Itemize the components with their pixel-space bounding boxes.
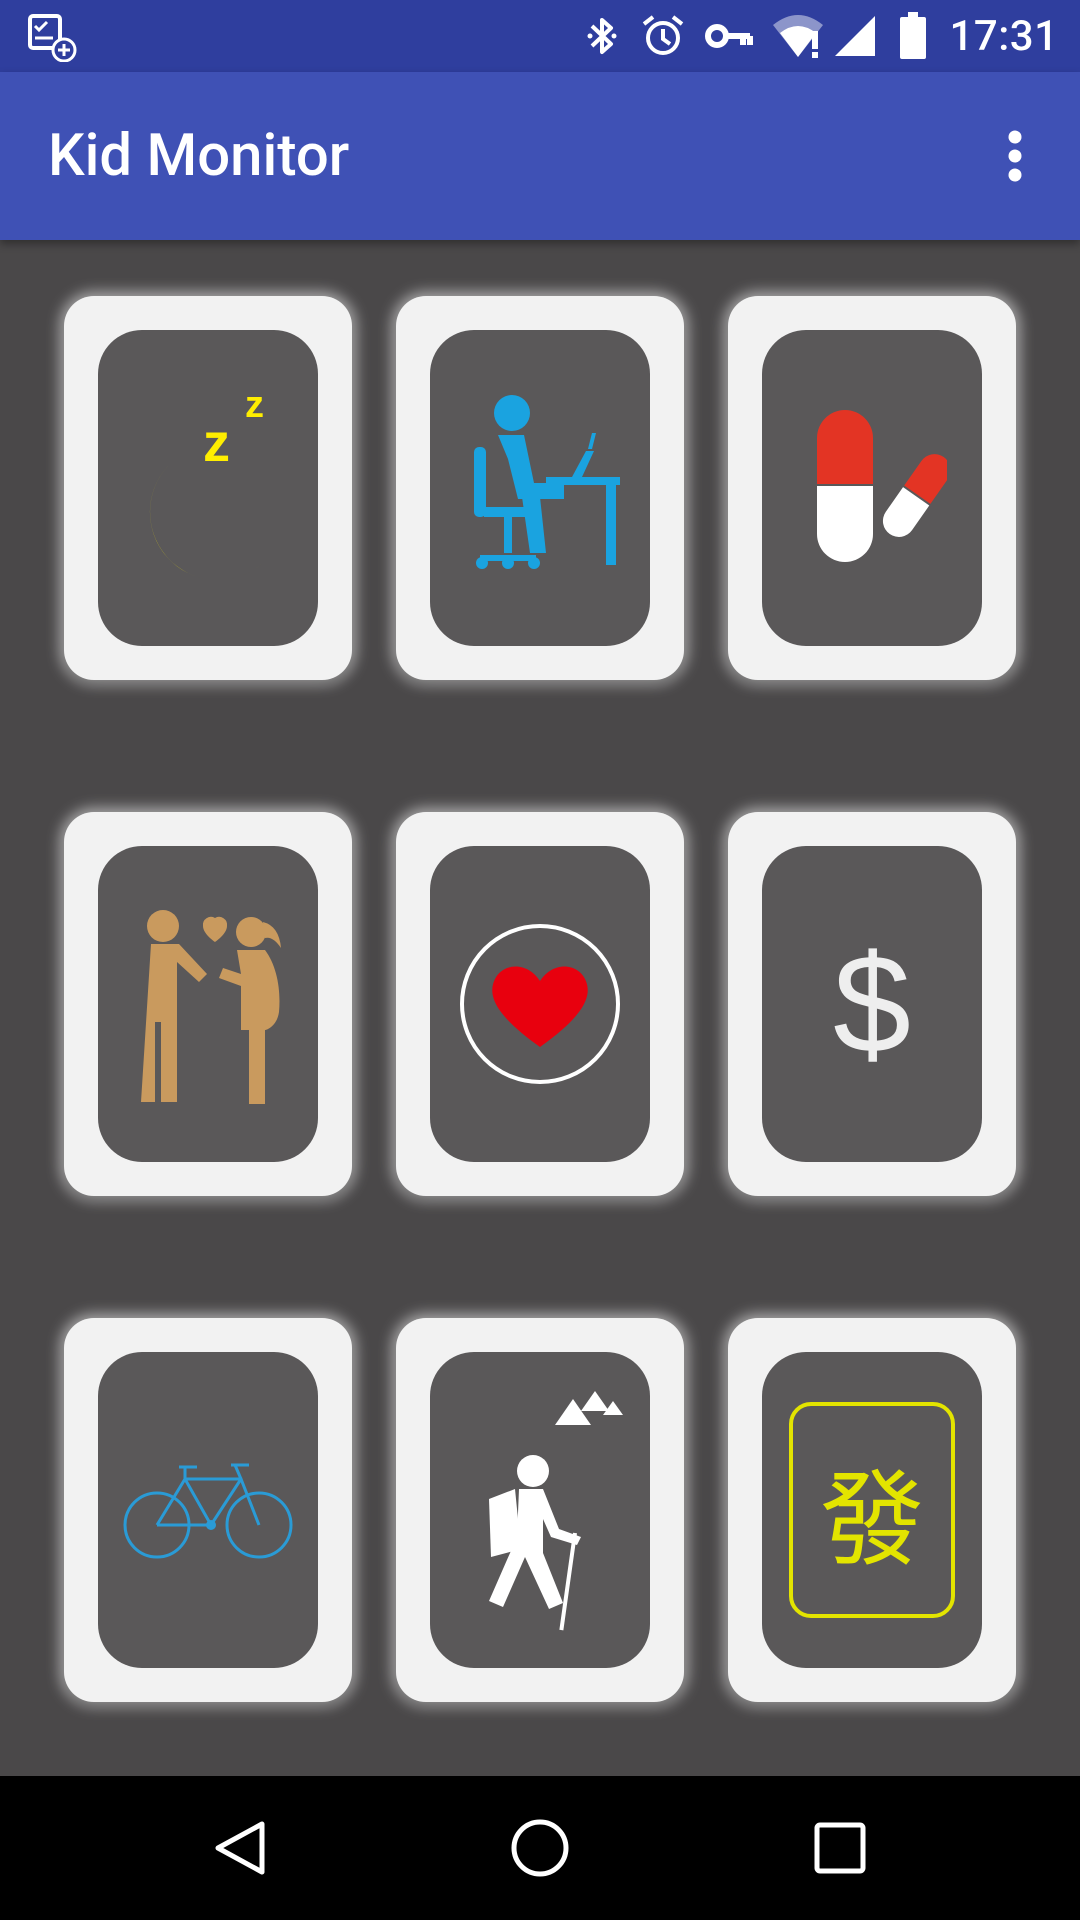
svg-text:z: z <box>203 413 230 473</box>
vpn-key-icon <box>704 0 754 72</box>
home-button[interactable] <box>460 1776 620 1920</box>
tile-inner <box>430 1352 650 1668</box>
health-icon <box>460 924 620 1084</box>
back-icon <box>215 1821 265 1875</box>
tile-health[interactable] <box>396 812 684 1196</box>
alarm-icon <box>638 0 688 72</box>
tile-mahjong[interactable]: 發 <box>728 1318 1016 1702</box>
sleep-icon: z z <box>149 384 264 581</box>
mahjong-fa-char: 發 <box>819 1458 924 1581</box>
more-vert-icon <box>1008 130 1022 182</box>
money-icon: $ <box>833 925 911 1082</box>
tile-inner <box>762 330 982 646</box>
tile-inner: 發 <box>762 1352 982 1668</box>
tile-inner: z z <box>98 330 318 646</box>
bicycle-icon <box>123 1463 293 1559</box>
medicine-icon <box>817 410 947 562</box>
back-button[interactable] <box>160 1776 320 1920</box>
more-options-button[interactable] <box>990 124 1040 188</box>
tile-cycling[interactable] <box>64 1318 352 1702</box>
recents-button[interactable] <box>760 1776 920 1920</box>
app-bar: Kid Monitor <box>0 72 1080 240</box>
battery-icon <box>896 0 930 72</box>
study-icon <box>474 395 620 569</box>
tile-inner: $ <box>762 846 982 1162</box>
tile-medicine[interactable] <box>728 296 1016 680</box>
clock-time: 17:31 <box>949 11 1059 61</box>
tile-inner <box>430 846 650 1162</box>
mahjong-fa-icon: 發 <box>789 1402 955 1618</box>
tile-study[interactable] <box>396 296 684 680</box>
todo-add-notification-icon <box>22 0 82 72</box>
navigation-bar <box>0 1776 1080 1920</box>
tile-money[interactable]: $ <box>728 812 1016 1196</box>
hiking-icon <box>489 1391 623 1631</box>
svg-text:z: z <box>245 384 264 426</box>
tile-hiking[interactable] <box>396 1318 684 1702</box>
home-icon <box>511 1819 569 1877</box>
cell-signal-icon <box>832 0 878 72</box>
tile-inner <box>98 846 318 1162</box>
recents-icon <box>814 1822 866 1874</box>
wifi-alert-icon <box>770 0 826 72</box>
relationship-icon <box>141 910 281 1104</box>
tile-relationship[interactable] <box>64 812 352 1196</box>
status-bar: 17:31 <box>0 0 1080 72</box>
tile-sleep[interactable]: z z <box>64 296 352 680</box>
bluetooth-icon <box>582 0 622 72</box>
tile-inner <box>430 330 650 646</box>
app-title: Kid Monitor <box>48 122 350 190</box>
tile-inner <box>98 1352 318 1668</box>
